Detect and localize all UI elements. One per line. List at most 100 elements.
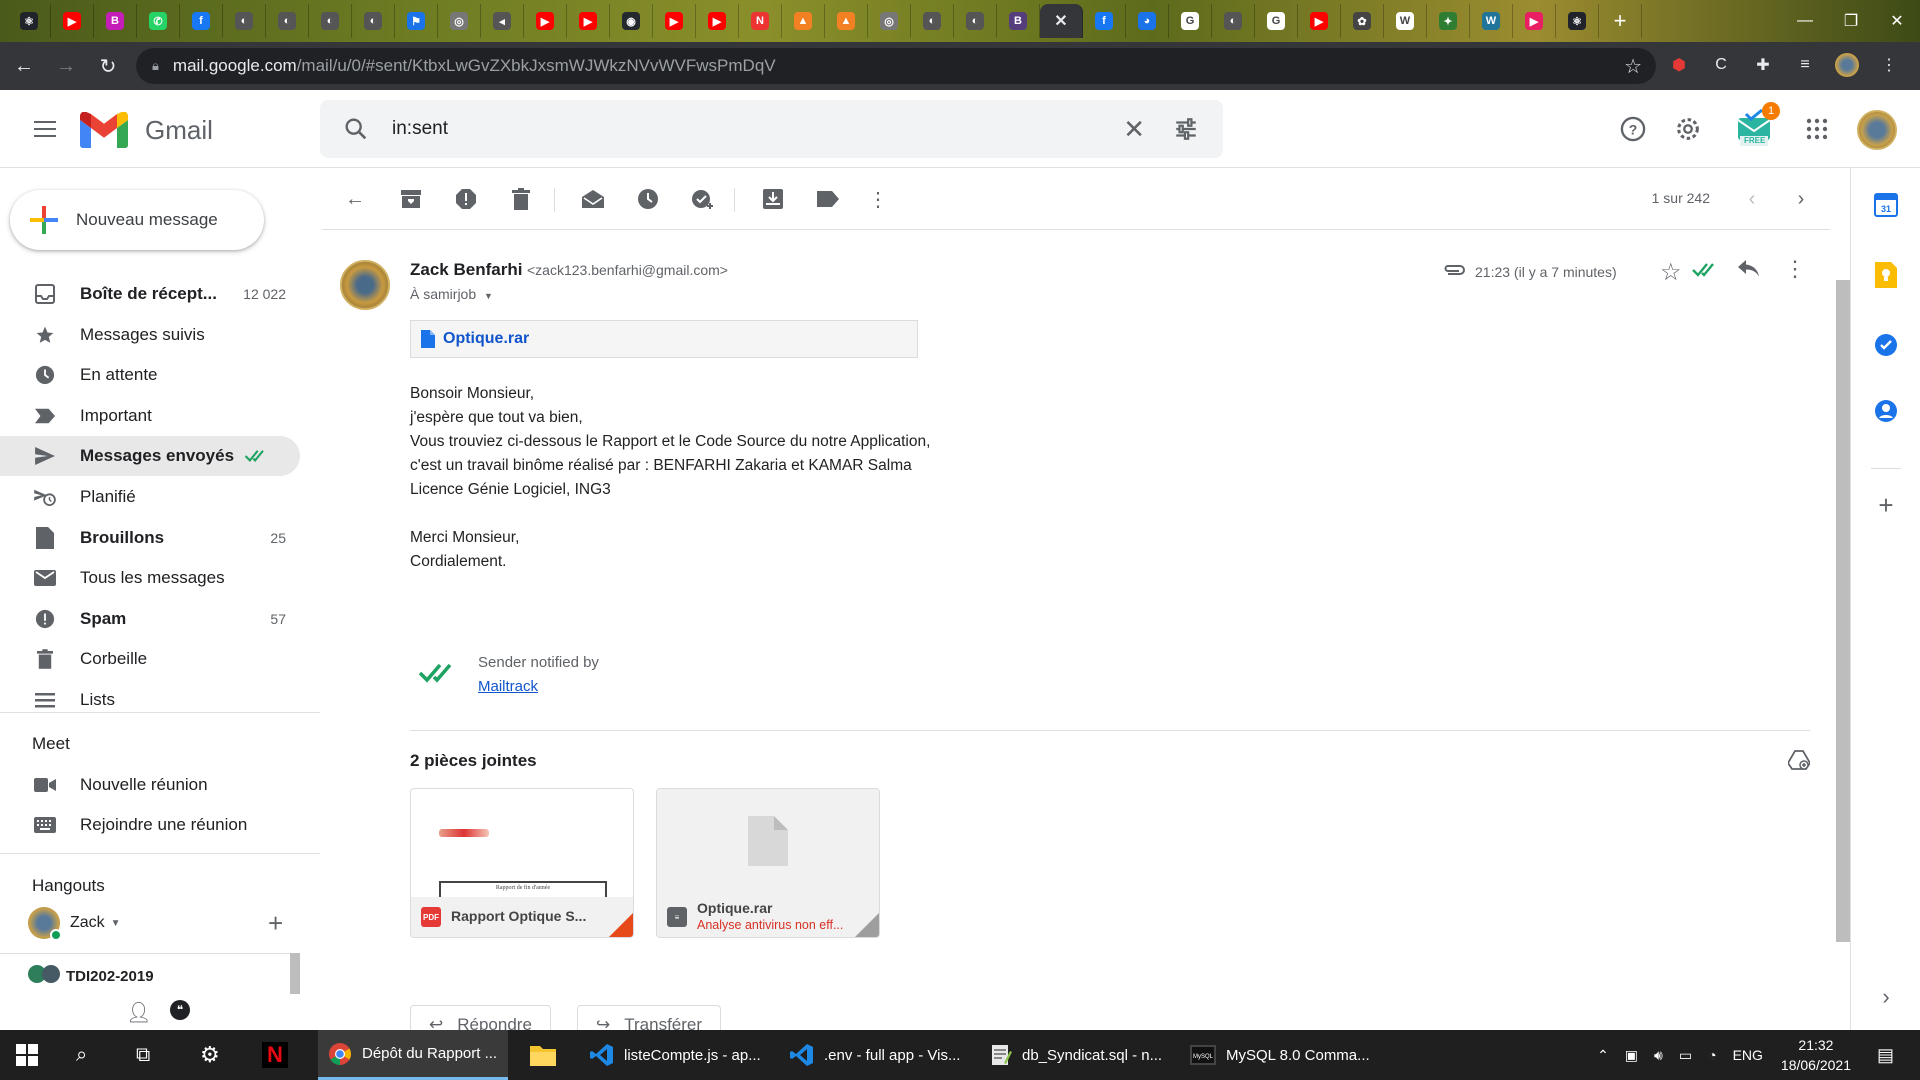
browser-tab[interactable]: ▶: [524, 4, 567, 38]
taskbar-app[interactable]: db_Syndicat.sql - n...: [980, 1030, 1170, 1080]
chrome-menu-icon[interactable]: ⋮: [1874, 50, 1904, 80]
search-bar[interactable]: in:sent ✕: [320, 100, 1223, 158]
star-icon[interactable]: ☆: [1660, 258, 1682, 287]
get-addons-plus-icon[interactable]: +: [1873, 490, 1899, 520]
delete-icon[interactable]: [506, 184, 536, 214]
browser-tab[interactable]: ▶: [1513, 4, 1556, 38]
netflix-icon[interactable]: N: [262, 1030, 288, 1080]
browser-tab[interactable]: ◐: [954, 4, 997, 38]
sidebar-item-trash[interactable]: Corbeille: [0, 639, 300, 679]
tray-chevron-icon[interactable]: ⌃: [1597, 1047, 1609, 1064]
browser-tab[interactable]: ⚑: [395, 4, 438, 38]
browser-tab[interactable]: ▶: [567, 4, 610, 38]
browser-tab[interactable]: ◕: [1126, 4, 1169, 38]
new-tab-button[interactable]: +: [1599, 4, 1642, 38]
forward-button[interactable]: ↪ Transférer: [577, 1005, 722, 1030]
reading-list-icon[interactable]: ≡: [1790, 50, 1820, 80]
settings-taskbar-icon[interactable]: ⚙: [200, 1030, 220, 1080]
browser-tab[interactable]: ⚛: [1556, 4, 1599, 38]
active-browser-tab[interactable]: ✕: [1040, 4, 1083, 38]
close-window-button[interactable]: ✕: [1874, 0, 1920, 42]
browser-tab[interactable]: ◐: [352, 4, 395, 38]
browser-tab[interactable]: f: [180, 4, 223, 38]
browser-tab[interactable]: ◂: [481, 4, 524, 38]
forward-button[interactable]: →: [48, 48, 84, 84]
taskbar-clock[interactable]: 21:32 18/06/2021: [1781, 1035, 1851, 1075]
browser-tab[interactable]: ◐: [223, 4, 266, 38]
archive-icon[interactable]: [396, 184, 426, 214]
browser-tab[interactable]: ▶: [653, 4, 696, 38]
sidebar-item-clock[interactable]: En attente: [0, 355, 300, 395]
browser-tab[interactable]: ✿: [1341, 4, 1384, 38]
sidebar-item-scheduled[interactable]: Planifié: [0, 477, 300, 517]
address-bar[interactable]: 🔒︎ mail.google.com/mail/u/0/#sent/KtbxLw…: [136, 48, 1656, 84]
add-hangout-icon[interactable]: +: [268, 908, 283, 939]
inline-attachment-link[interactable]: Optique.rar: [410, 320, 918, 358]
snooze-clock-icon[interactable]: [633, 184, 663, 214]
sidebar-item-inbox[interactable]: Boîte de récept... 12 022: [0, 274, 300, 314]
reply-icon[interactable]: [1738, 260, 1760, 283]
browser-tab[interactable]: ✆: [137, 4, 180, 38]
sidebar-item-list[interactable]: Lists: [0, 680, 300, 720]
apps-grid-icon[interactable]: [1802, 114, 1832, 144]
mailtrack-link[interactable]: Mailtrack: [478, 678, 538, 695]
mark-unread-icon[interactable]: [578, 184, 608, 214]
search-options-icon[interactable]: [1173, 116, 1199, 142]
account-avatar[interactable]: [1857, 110, 1897, 150]
task-view-icon[interactable]: ⧉: [136, 1030, 150, 1080]
contacts-icon[interactable]: [1873, 398, 1899, 424]
back-button[interactable]: ←: [6, 48, 42, 84]
bookmark-star-icon[interactable]: ☆: [1624, 54, 1642, 79]
sidebar-item-spam[interactable]: Spam 57: [0, 599, 300, 639]
back-to-list-icon[interactable]: ←: [340, 184, 370, 214]
show-side-panel-chevron-icon[interactable]: ›: [1873, 984, 1899, 1010]
compose-button[interactable]: Nouveau message: [10, 190, 264, 250]
taskbar-app[interactable]: [520, 1030, 570, 1080]
browser-tab[interactable]: N: [739, 4, 782, 38]
battery-icon[interactable]: ▭: [1679, 1047, 1692, 1064]
save-to-drive-icon[interactable]: [1786, 750, 1812, 775]
sidebar-item-star[interactable]: Messages suivis: [0, 315, 300, 355]
close-tab-icon[interactable]: ✕: [1052, 12, 1070, 30]
browser-tab[interactable]: ▶: [1298, 4, 1341, 38]
search-input[interactable]: in:sent: [392, 118, 448, 140]
browser-tab[interactable]: ◐: [911, 4, 954, 38]
start-button[interactable]: [16, 1030, 38, 1080]
hangouts-chat-icon[interactable]: ❝: [170, 1000, 190, 1020]
main-menu-button[interactable]: [26, 110, 64, 148]
browser-tab[interactable]: ◐: [1212, 4, 1255, 38]
scrollbar-thumb[interactable]: [1836, 280, 1850, 942]
browser-tab[interactable]: ✦: [1427, 4, 1470, 38]
extension-icon[interactable]: C: [1706, 50, 1736, 80]
browser-tab[interactable]: W: [1470, 4, 1513, 38]
attachment-card-pdf[interactable]: Rapport de fin d'année PDF Rapport Optiq…: [410, 788, 634, 938]
browser-tab[interactable]: ◐: [266, 4, 309, 38]
join-meeting-item[interactable]: Rejoindre une réunion: [0, 805, 300, 845]
browser-tab[interactable]: ◉: [610, 4, 653, 38]
tasks-icon[interactable]: [1873, 332, 1899, 358]
taskbar-app[interactable]: MySQL MySQL 8.0 Comma...: [1180, 1030, 1390, 1080]
message-more-icon[interactable]: ⋮: [1784, 256, 1806, 282]
reply-button[interactable]: ↩ Répondre: [410, 1005, 551, 1030]
show-details-chevron-icon[interactable]: ▼: [484, 291, 493, 301]
sidebar-item-draft[interactable]: Brouillons 25: [0, 518, 300, 558]
browser-tab[interactable]: B: [94, 4, 137, 38]
search-taskbar-icon[interactable]: ⌕: [76, 1030, 87, 1080]
restore-button[interactable]: ❐: [1828, 0, 1874, 42]
browser-tab[interactable]: f: [1083, 4, 1126, 38]
message-scrollbar[interactable]: [1836, 280, 1850, 942]
sender-avatar[interactable]: [340, 260, 390, 310]
puzzle-icon[interactable]: ✚: [1748, 50, 1778, 80]
language-indicator[interactable]: ENG: [1733, 1047, 1763, 1063]
attachment-card-rar[interactable]: ≡ Optique.rar Analyse antivirus non eff.…: [656, 788, 880, 938]
calendar-icon[interactable]: 31: [1873, 192, 1899, 218]
profile-icon[interactable]: [1832, 50, 1862, 80]
minimize-button[interactable]: —: [1782, 0, 1828, 42]
sidebar-item-send[interactable]: Messages envoyés: [0, 436, 300, 477]
contacts-person-icon[interactable]: 👤︎: [126, 1000, 151, 1025]
mailtrack-addon-icon[interactable]: 1 FREE: [1732, 102, 1780, 150]
browser-tab[interactable]: ◐: [309, 4, 352, 38]
taskbar-app[interactable]: listeCompte.js - ap...: [580, 1030, 770, 1080]
meet-now-icon[interactable]: ▣: [1625, 1047, 1638, 1064]
browser-tab[interactable]: W: [1384, 4, 1427, 38]
